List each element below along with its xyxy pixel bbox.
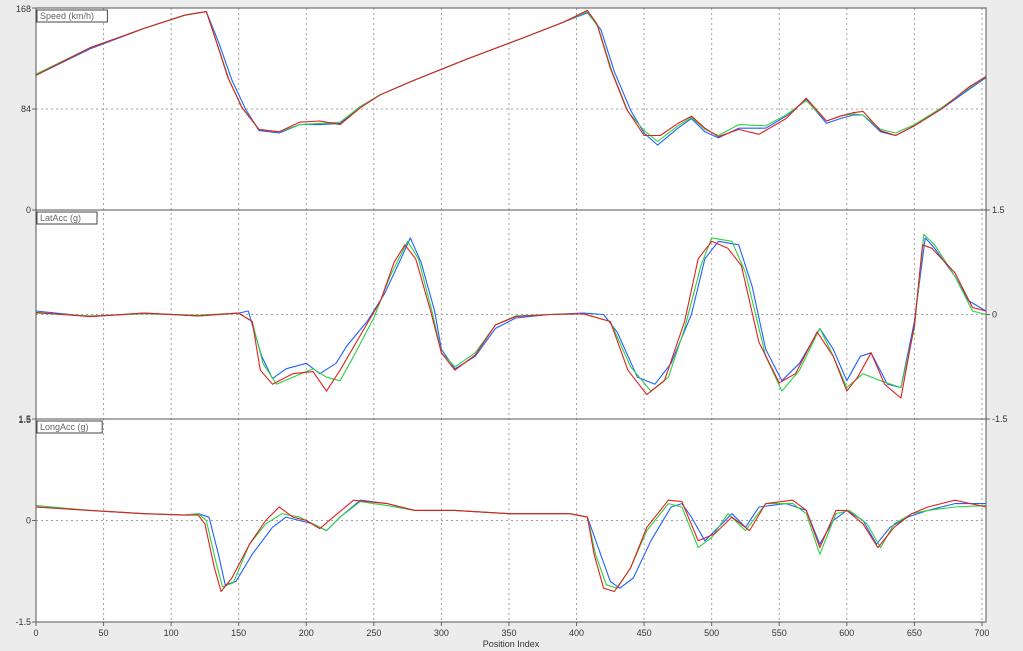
x-tick-label: 650 xyxy=(907,628,922,638)
y-tick-label: -1.5 xyxy=(15,617,31,627)
panel-title: LatAcc (g) xyxy=(40,213,81,223)
x-tick-label: 300 xyxy=(434,628,449,638)
panel-title: Speed (km/h) xyxy=(40,11,94,21)
x-tick-label: 50 xyxy=(99,628,109,638)
x-tick-label: 200 xyxy=(299,628,314,638)
x-tick-label: 350 xyxy=(501,628,516,638)
x-axis-label: Position Index xyxy=(483,639,540,649)
x-tick-label: 0 xyxy=(33,628,38,638)
x-tick-label: 600 xyxy=(839,628,854,638)
y-tick-label: 1.5 xyxy=(18,415,31,425)
panel-title: LongAcc (g) xyxy=(40,422,89,432)
y-tick-label-right: -1.5 xyxy=(992,414,1008,424)
x-tick-label: 700 xyxy=(974,628,989,638)
y-tick-label: 168 xyxy=(16,4,31,14)
y-tick-label: 84 xyxy=(21,104,31,114)
x-tick-label: 250 xyxy=(366,628,381,638)
x-tick-label: 400 xyxy=(569,628,584,638)
y-tick-label-right: 0 xyxy=(992,310,997,320)
y-tick-label: 0 xyxy=(26,205,31,215)
telemetry-chart: 0 50 100 150 200 250 300 350 400 450 500 550 600 650 7… xyxy=(15,4,1008,649)
x-tick-label: 100 xyxy=(164,628,179,638)
x-tick-label: 150 xyxy=(231,628,246,638)
y-tick-label: 0 xyxy=(26,516,31,526)
x-tick-label: 550 xyxy=(772,628,787,638)
x-tick-label: 500 xyxy=(704,628,719,638)
y-tick-label-right: 1.5 xyxy=(992,205,1005,215)
x-tick-label: 450 xyxy=(637,628,652,638)
